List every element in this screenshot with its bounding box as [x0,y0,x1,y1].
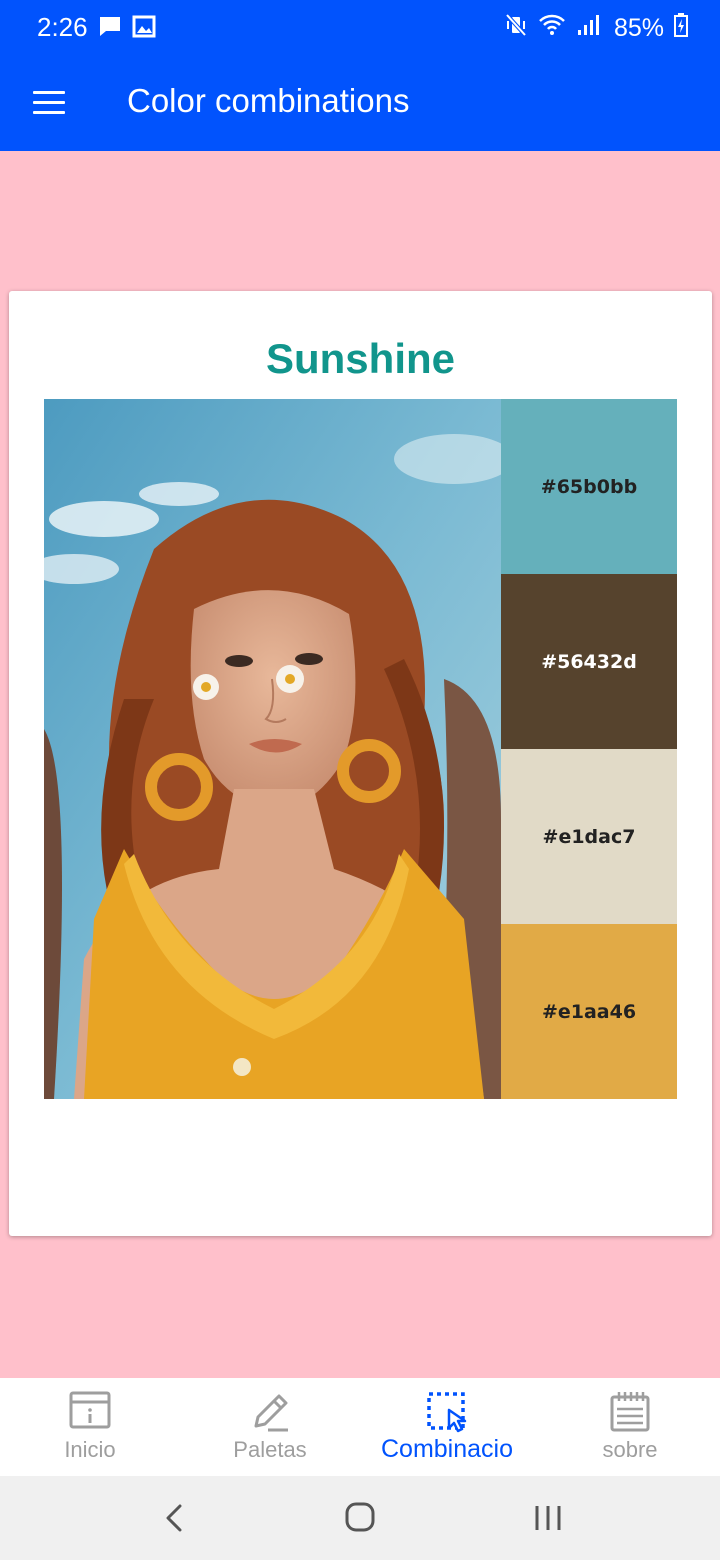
swatch-1-label: #65b0bb [540,475,638,498]
palette-card: Sunshine #65b0bb #56432d #e1dac7 #e1aa46 [9,291,712,1236]
swatch-4: #e1aa46 [501,924,677,1099]
app-title: Color combinations [127,82,410,119]
nav-label-combinacio: Combinacio [380,1435,513,1463]
battery-charging-icon [674,13,688,44]
chat-icon [98,14,122,45]
nav-item-sobre[interactable]: sobre [540,1378,720,1476]
hamburger-menu-icon[interactable] [24,78,74,128]
bottom-navigation: Inicio Paletas Combinacio sobre [0,1378,720,1476]
palette-title: Sunshine [265,335,456,382]
swatch-1: #65b0bb [501,399,677,574]
swatch-3: #e1dac7 [501,749,677,924]
nav-label-inicio: Inicio [64,1437,116,1462]
nav-label-paletas: Paletas [233,1437,307,1462]
battery-percent: 85% [613,14,664,42]
palette-image: #65b0bb #56432d #e1dac7 #e1aa46 [44,399,677,1099]
nav-item-paletas[interactable]: Paletas [180,1378,360,1476]
home-icon[interactable] [342,1496,378,1545]
nav-label-sobre: sobre [602,1437,658,1462]
swatch-3-label: #e1dac7 [542,825,636,848]
calendar-notepad-icon [608,1390,652,1439]
swatch-2-label: #56432d [541,650,637,673]
status-left-icons [98,14,156,45]
palette-photo [44,399,501,1099]
status-right: 85% [504,12,688,45]
nav-item-combinacio[interactable]: Combinacio [356,1378,538,1476]
status-bar: 2:26 85% [0,0,720,56]
app-bar: Color combinations [0,56,720,151]
signal-icon [576,12,600,45]
mute-vibrate-icon [504,12,528,45]
back-icon[interactable] [160,1496,188,1545]
recents-icon[interactable] [532,1496,564,1545]
pencil-icon [248,1390,292,1439]
swatch-2: #56432d [501,574,677,749]
swatch-4-label: #e1aa46 [541,1000,637,1023]
color-swatches: #65b0bb #56432d #e1dac7 #e1aa46 [501,399,677,1099]
wifi-icon [538,12,566,45]
image-icon [132,14,156,45]
nav-item-inicio[interactable]: Inicio [0,1378,180,1476]
selection-cursor-icon [425,1390,469,1439]
browser-window-icon [68,1390,112,1435]
system-navigation-bar [0,1476,720,1560]
status-time: 2:26 [37,12,88,42]
